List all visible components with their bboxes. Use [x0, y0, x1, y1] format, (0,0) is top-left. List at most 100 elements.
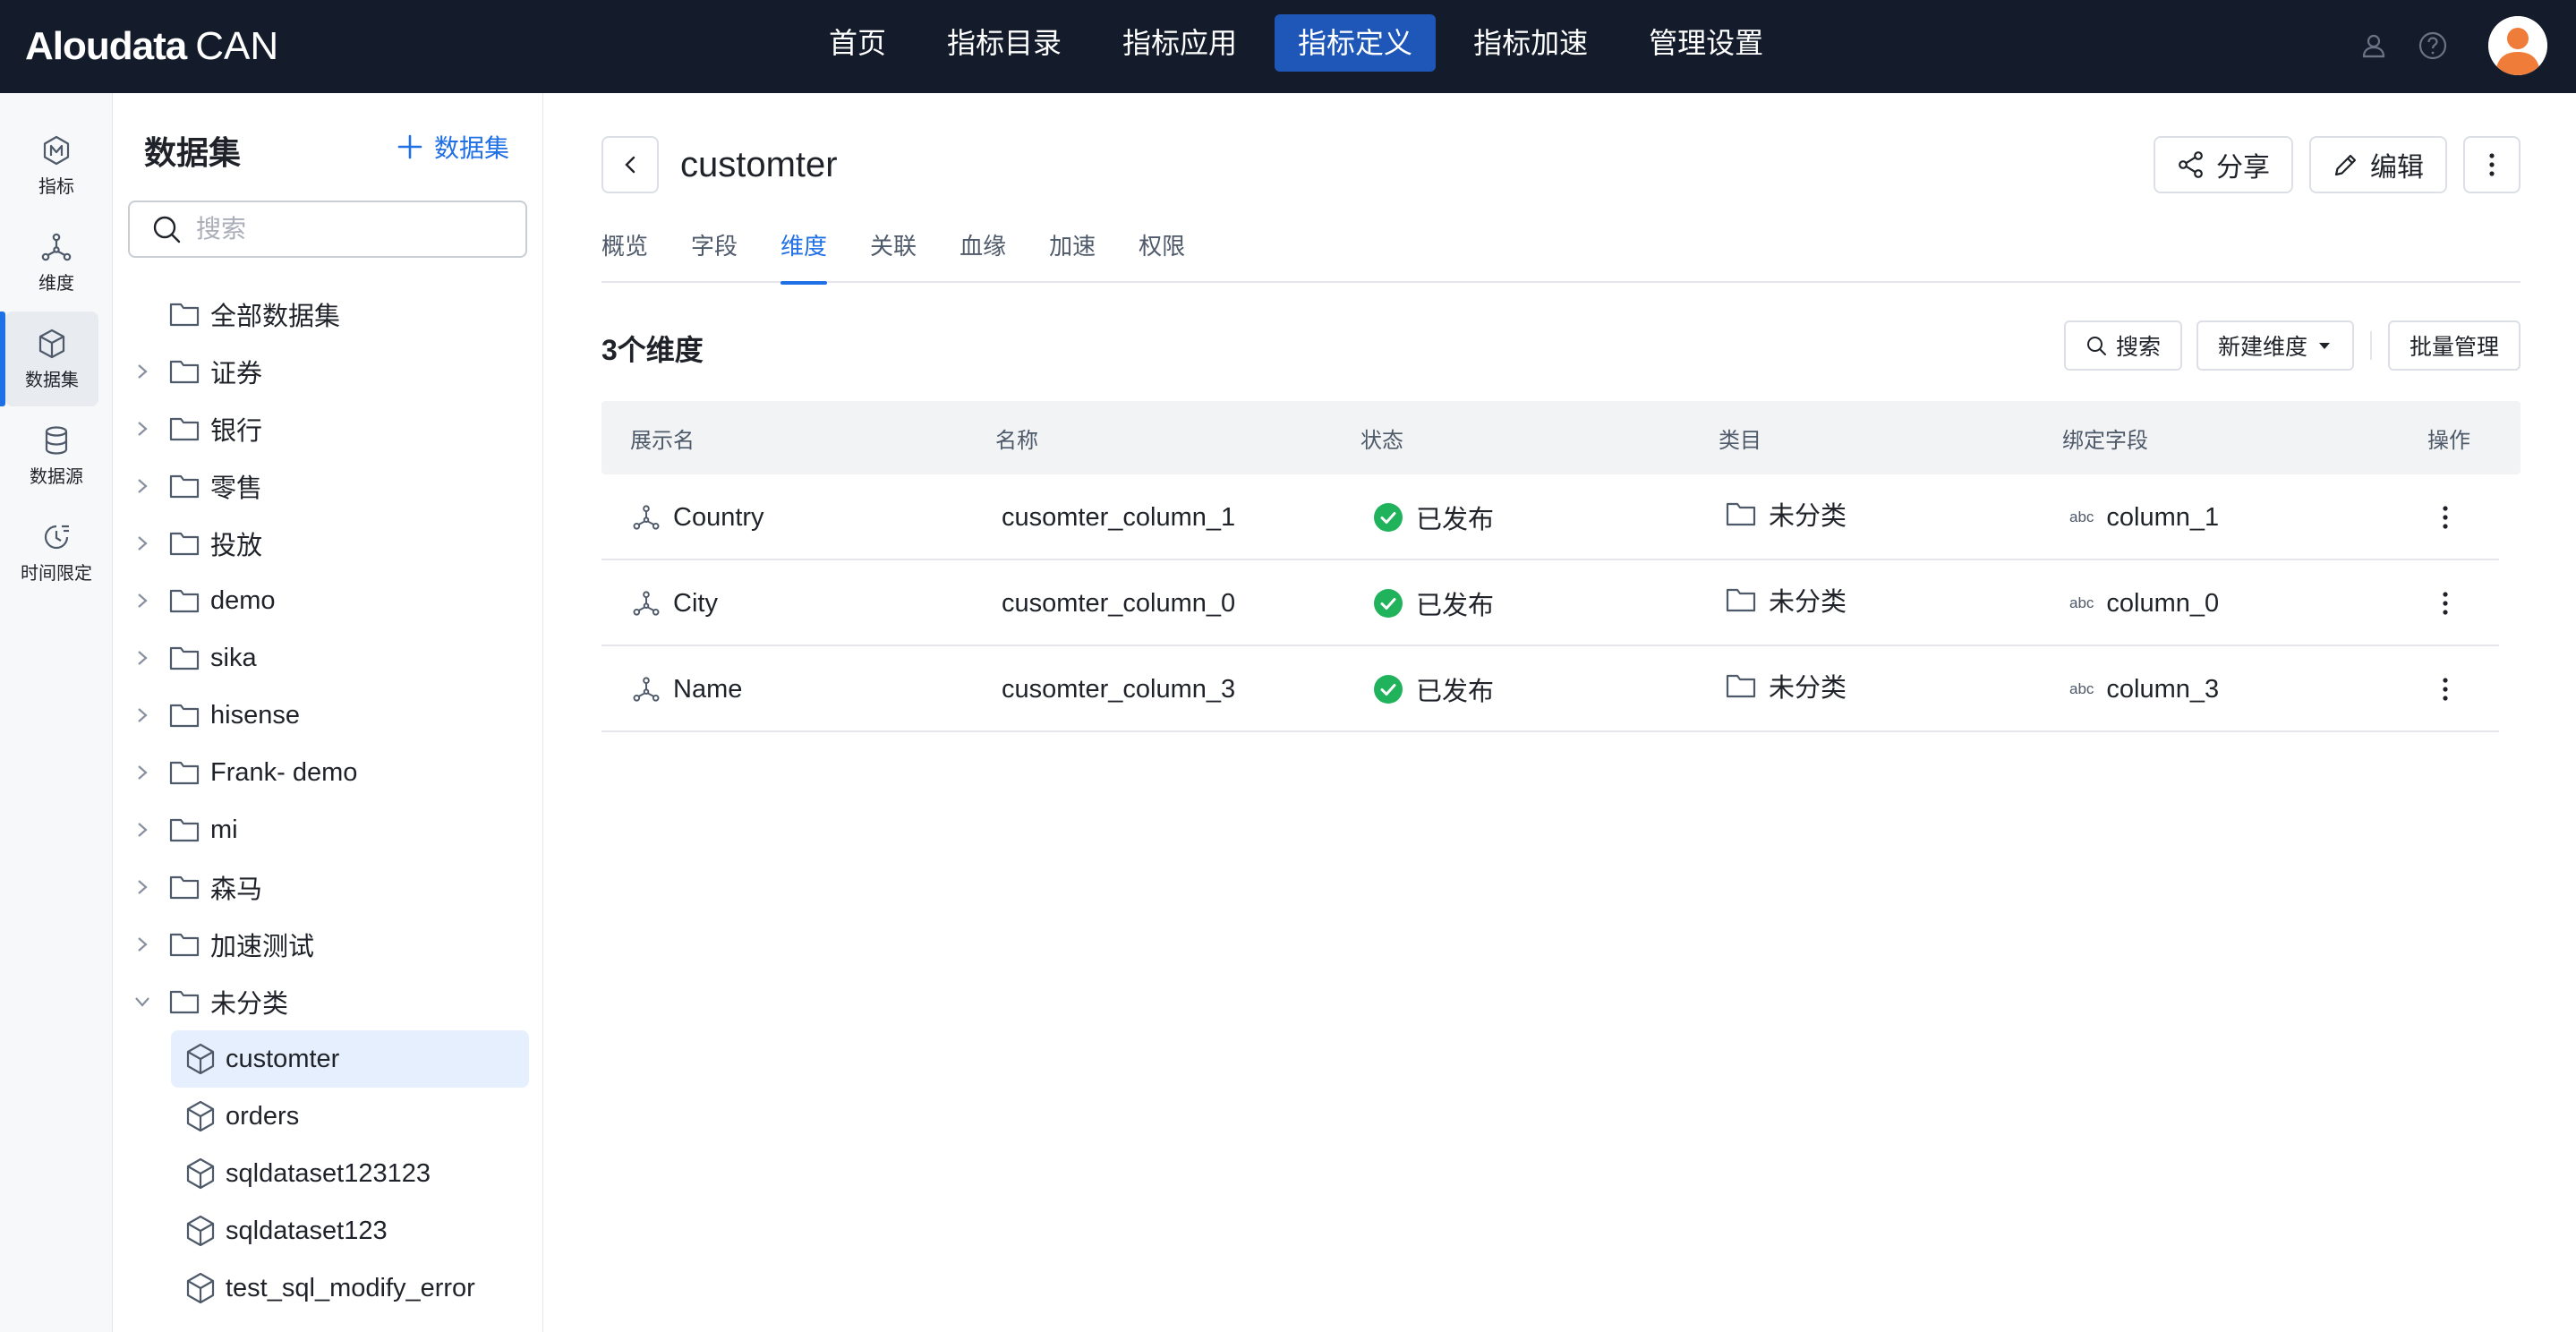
tree-search-input[interactable]: [196, 215, 500, 243]
tab-dimensions[interactable]: 维度: [780, 226, 828, 285]
tree-folder-label: 投放: [210, 532, 263, 560]
tree-folder[interactable]: 证券: [114, 343, 543, 400]
dimension-icon: [41, 233, 72, 260]
folder-icon: [169, 704, 200, 728]
table-header: 展示名 名称 状态 类目 绑定字段 操作: [601, 401, 2521, 474]
add-dataset-button[interactable]: 数据集: [397, 129, 509, 165]
folder-icon: [169, 933, 200, 957]
tree-folder-label: 加速测试: [210, 933, 315, 961]
avatar[interactable]: [2488, 16, 2547, 75]
new-dimension-button[interactable]: 新建维度: [2196, 320, 2354, 371]
dimension-icon: [633, 591, 660, 616]
tree-folder[interactable]: 投放: [114, 515, 543, 572]
tree-folder-all[interactable]: 全部数据集: [114, 286, 543, 343]
tree-folder[interactable]: 零售: [114, 457, 543, 515]
top-nav: 首页 指标目录 指标应用 指标定义 指标加速 管理设置: [806, 14, 1787, 72]
row-more-button[interactable]: [2427, 585, 2463, 621]
tree-title: 数据集: [144, 134, 242, 171]
chevron-right-icon[interactable]: [133, 649, 151, 667]
tab-permissions[interactable]: 权限: [1139, 226, 1185, 283]
col-header-bound-field: 绑定字段: [2062, 428, 2148, 453]
tab-fields[interactable]: 字段: [691, 226, 738, 283]
chevron-right-icon[interactable]: [133, 706, 151, 724]
rail-label-dataset: 数据集: [25, 370, 79, 390]
rail-item-dimension[interactable]: 维度: [0, 215, 113, 310]
tree-dataset-item[interactable]: sqldataset123123: [114, 1145, 543, 1202]
tree-folder-label: Frank- demo: [210, 757, 358, 787]
chevron-right-icon[interactable]: [133, 420, 151, 438]
share-button[interactable]: 分享: [2154, 136, 2293, 193]
nav-metric-catalog[interactable]: 指标目录: [924, 14, 1085, 72]
app-logo[interactable]: Aloudata CAN: [25, 20, 278, 73]
row-more-button[interactable]: [2427, 671, 2463, 707]
tree-folder[interactable]: 森马: [114, 858, 543, 916]
table-row[interactable]: Name cusomter_column_3 已发布 未分类 abc colum…: [601, 646, 2499, 732]
chevron-right-icon[interactable]: [133, 363, 151, 380]
nav-metric-definition[interactable]: 指标定义: [1275, 14, 1437, 72]
rail-item-metric[interactable]: 指标: [0, 118, 113, 213]
nav-metric-acceleration[interactable]: 指标加速: [1450, 14, 1611, 72]
rail-item-datasource[interactable]: 数据源: [0, 408, 113, 503]
tree-dataset-item[interactable]: test_sql_modify_error: [114, 1259, 543, 1317]
tab-lineage[interactable]: 血缘: [960, 226, 1006, 283]
help-icon[interactable]: [2417, 30, 2449, 62]
rail-item-time-limit[interactable]: 时间限定: [0, 505, 113, 600]
folder-icon: [169, 990, 200, 1014]
search-label: 搜索: [2115, 335, 2161, 360]
more-vertical-icon: [2443, 678, 2448, 701]
user-settings-icon[interactable]: [2358, 30, 2390, 62]
chevron-down-icon[interactable]: [133, 993, 151, 1011]
tree-folder[interactable]: demo: [114, 572, 543, 629]
chevron-right-icon[interactable]: [133, 764, 151, 781]
dimension-toolbar: 搜索 新建维度 批量管理: [2063, 320, 2521, 371]
tab-relations[interactable]: 关联: [870, 226, 917, 283]
tab-overview[interactable]: 概览: [601, 226, 648, 283]
search-icon: [2086, 337, 2106, 355]
nav-metric-apps[interactable]: 指标应用: [1099, 14, 1260, 72]
nav-admin-settings[interactable]: 管理设置: [1625, 14, 1787, 72]
tree-folder[interactable]: hisense: [114, 687, 543, 744]
chevron-right-icon[interactable]: [133, 534, 151, 552]
back-button[interactable]: [601, 136, 659, 193]
col-header-category: 类目: [1719, 428, 1761, 453]
chevron-right-icon[interactable]: [133, 821, 151, 839]
tree-folder[interactable]: mi: [114, 801, 543, 858]
text-type-icon: abc: [2069, 680, 2094, 697]
plus-icon: [397, 134, 422, 159]
database-icon: [45, 425, 68, 455]
table-row[interactable]: City cusomter_column_0 已发布 未分类 abc colum…: [601, 560, 2499, 646]
tab-acceleration[interactable]: 加速: [1049, 226, 1096, 283]
folder-icon: [169, 646, 200, 670]
rail-item-dataset[interactable]: 数据集: [0, 312, 98, 406]
more-actions-button[interactable]: [2463, 136, 2521, 193]
top-right-icons: [2358, 13, 2547, 79]
chevron-right-icon[interactable]: [133, 878, 151, 896]
add-dataset-label: 数据集: [434, 134, 510, 162]
row-more-button[interactable]: [2427, 500, 2463, 535]
nav-home[interactable]: 首页: [806, 14, 909, 72]
table-row[interactable]: Country cusomter_column_1 已发布 未分类 abc co…: [601, 474, 2499, 560]
rail-label-metric: 指标: [38, 176, 74, 197]
tree-folder[interactable]: Frank- demo: [114, 744, 543, 801]
edit-button[interactable]: 编辑: [2309, 136, 2447, 193]
chevron-right-icon[interactable]: [133, 477, 151, 495]
tree-folder-expanded[interactable]: 未分类: [114, 973, 543, 1030]
tree-dataset-item[interactable]: sqldataset123: [114, 1202, 543, 1259]
category-text: 未分类: [1769, 674, 1847, 703]
tree-dataset-item[interactable]: orders: [114, 1088, 543, 1145]
time-limit-icon: [44, 525, 69, 549]
new-dimension-label: 新建维度: [2217, 335, 2307, 360]
bound-field-text: column_3: [2106, 674, 2220, 704]
col-header-actions: 操作: [2427, 428, 2470, 453]
tree-folder[interactable]: 银行: [114, 400, 543, 457]
status-text: 已发布: [1416, 506, 1495, 534]
chevron-right-icon[interactable]: [133, 935, 151, 953]
tree-dataset-item[interactable]: customter: [114, 1030, 543, 1088]
cell-status: 已发布: [1373, 474, 1494, 560]
main-content: customter 分享 编辑 概览 字段 维度 关联 血缘 加速 权限 3个维…: [544, 93, 2576, 1332]
tree-folder[interactable]: 加速测试: [114, 916, 543, 973]
tree-folder[interactable]: sika: [114, 629, 543, 687]
chevron-right-icon[interactable]: [133, 592, 151, 610]
batch-manage-button[interactable]: 批量管理: [2387, 320, 2521, 371]
search-button[interactable]: 搜索: [2063, 320, 2182, 371]
